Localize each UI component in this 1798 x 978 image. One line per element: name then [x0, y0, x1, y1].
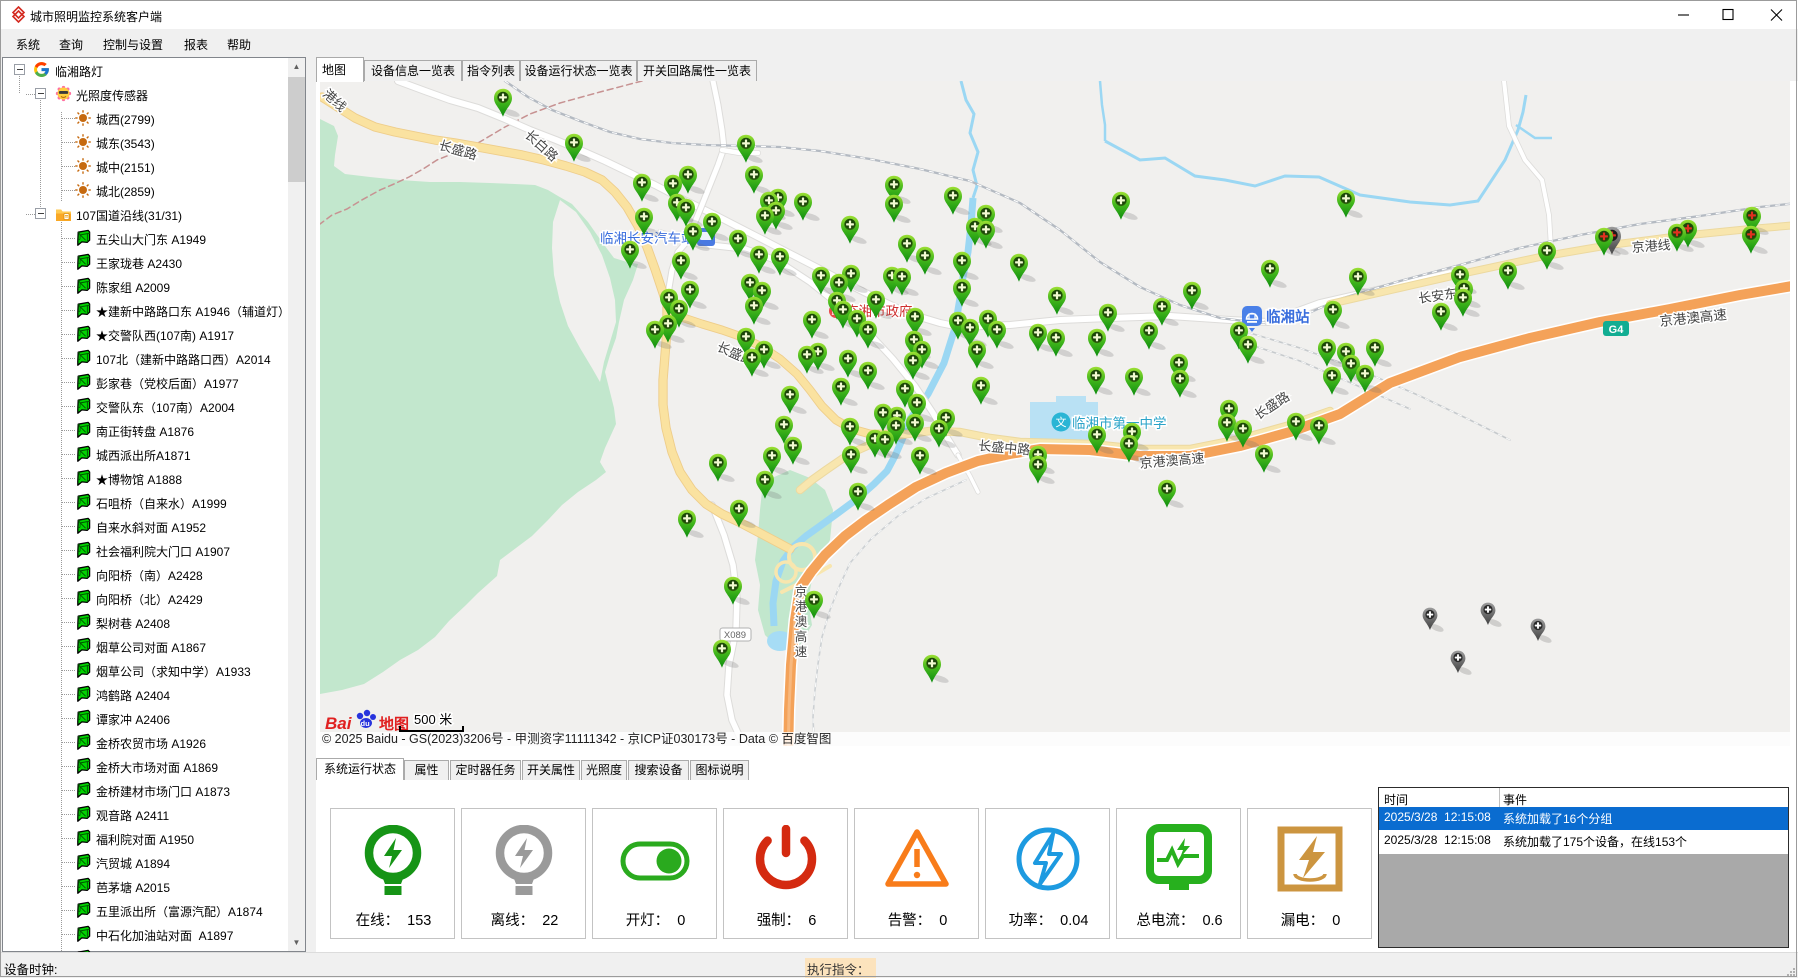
svg-text:京: 京 — [795, 585, 808, 599]
svg-text:500 米: 500 米 — [414, 712, 452, 727]
svg-text:文: 文 — [1056, 415, 1067, 429]
svg-text:澳: 澳 — [795, 615, 808, 629]
svg-text:临湘站: 临湘站 — [1266, 308, 1310, 326]
svg-text:G4: G4 — [1609, 324, 1625, 336]
svg-text:速: 速 — [795, 645, 808, 659]
svg-text:du: du — [361, 719, 371, 728]
svg-text:Bai: Bai — [325, 714, 353, 733]
svg-text:临湘市第一中学: 临湘市第一中学 — [1072, 415, 1167, 431]
svg-text:© 2025 Baidu - GS(2023)3206号 -: © 2025 Baidu - GS(2023)3206号 - 甲测资字11111… — [322, 731, 831, 746]
svg-text:高: 高 — [795, 629, 808, 644]
svg-text:X089: X089 — [724, 630, 746, 641]
svg-text:京港线: 京港线 — [1631, 237, 1671, 255]
